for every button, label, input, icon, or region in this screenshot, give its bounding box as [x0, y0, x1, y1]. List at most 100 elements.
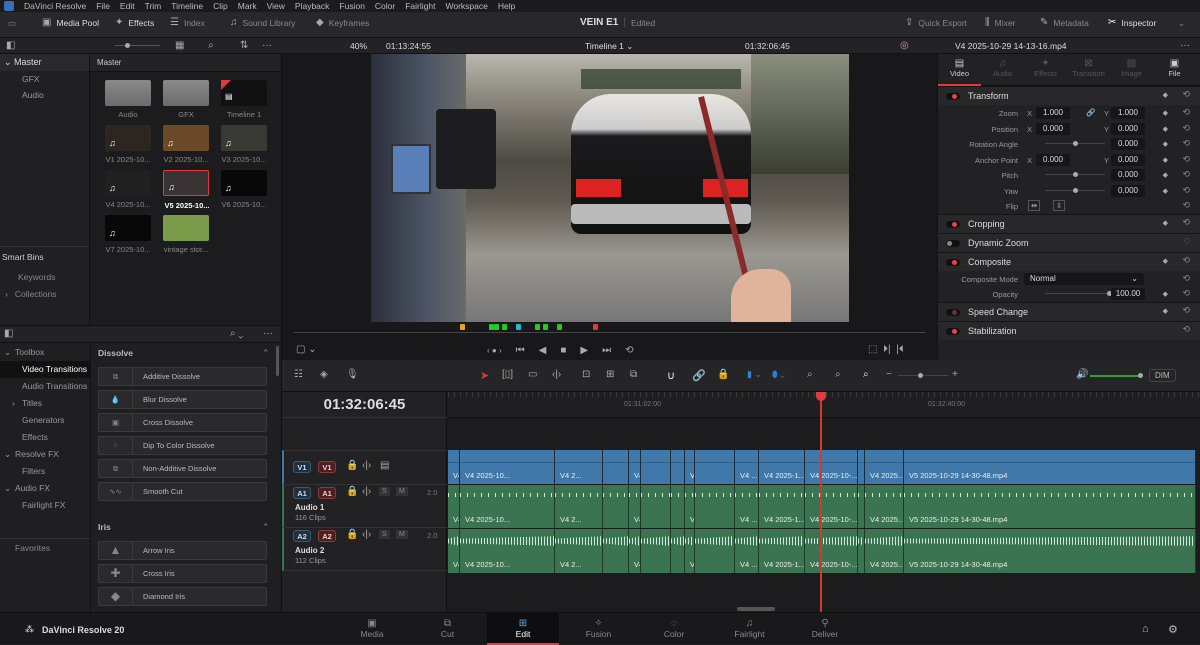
menu-fusion[interactable]: Fusion	[339, 1, 365, 11]
composite-toggle[interactable]	[946, 258, 960, 266]
audio-clip[interactable]: V4 2025-10-29 14-13-16....	[448, 529, 460, 573]
a2-source-patch[interactable]: A2	[293, 530, 311, 542]
menu-view[interactable]: View	[267, 1, 285, 11]
search-icon[interactable]: ⌕ ⌄	[230, 329, 243, 339]
audio-clip[interactable]	[603, 485, 629, 528]
video-clip[interactable]	[641, 450, 671, 484]
index-button[interactable]: ☰ Index	[170, 18, 205, 29]
a2-destination[interactable]: A2	[318, 530, 336, 542]
expand-icon[interactable]: ⌄	[1178, 18, 1185, 29]
play-reverse-icon[interactable]: ◀	[539, 345, 547, 356]
stabilization-section[interactable]: Stabilization ⟲	[938, 320, 1200, 340]
effects-tree-resolve-fx[interactable]: ⌄ Resolve FX	[0, 446, 90, 463]
video-clip[interactable]: V4 2025-1...	[759, 450, 805, 484]
replace-clip-icon[interactable]: ⧉	[630, 370, 637, 380]
video-frame[interactable]	[371, 54, 849, 322]
timeline-marker[interactable]	[494, 324, 499, 330]
panel-toggle-icon[interactable]: ◧	[6, 41, 15, 51]
effect-item[interactable]: ▲ Arrow Iris	[98, 541, 267, 560]
rotation-field[interactable]: 0.000	[1111, 138, 1145, 150]
audio-clip[interactable]: V5 2025-10-29 14-30-48.mp4	[904, 485, 1196, 528]
auto-select-icon[interactable]: ‹|›	[362, 487, 371, 497]
effect-item[interactable]: 💧 Blur Dissolve	[98, 390, 267, 409]
media-clip[interactable]: ♫ V5 2025-10...	[163, 170, 210, 210]
video-clip[interactable]: V4 ...	[735, 450, 759, 484]
reset-icon[interactable]: ⟲	[1182, 200, 1190, 211]
audio-clip[interactable]: V4 ...	[735, 485, 759, 528]
effects-button[interactable]: ✦ Effects	[115, 18, 154, 29]
cropping-section[interactable]: Cropping ◆ ⟲	[938, 213, 1200, 233]
reset-icon[interactable]: ⟲	[1182, 324, 1190, 335]
keyframe-icon[interactable]: ◆	[1163, 109, 1168, 117]
timeline-marker[interactable]	[535, 324, 540, 330]
insert-clip-icon[interactable]: ⊡	[582, 370, 590, 380]
effect-item[interactable]: ⧉ Additive Dissolve	[98, 367, 267, 386]
reset-icon[interactable]: ⟲	[1182, 154, 1190, 165]
keyframe-icon[interactable]: ◆	[1163, 125, 1168, 133]
a1-destination[interactable]: A1	[318, 487, 336, 499]
home-icon[interactable]: ⌂	[1142, 623, 1149, 635]
auto-select-icon[interactable]: ‹|›	[362, 461, 371, 471]
blade-tool-icon[interactable]: ▭	[528, 370, 537, 380]
media-clip[interactable]: GFX	[163, 80, 209, 119]
opacity-slider[interactable]	[1045, 291, 1112, 296]
page-tab-media[interactable]: ▣ Media	[336, 613, 408, 645]
audio-track-icon[interactable]: ◈	[320, 370, 328, 380]
dynamic-zoom-section[interactable]: Dynamic Zoom ⟲	[938, 232, 1200, 252]
slider-handle[interactable]	[1073, 172, 1078, 177]
media-clip[interactable]: Audio	[105, 80, 151, 119]
effect-item[interactable]: ✚ Cross Iris	[98, 564, 267, 583]
keyframe-icon[interactable]: ◆	[1163, 171, 1168, 179]
anchor-x-field[interactable]: 0.000	[1036, 153, 1070, 166]
pos-y-field[interactable]: 0.000	[1111, 122, 1145, 135]
zoom-custom-icon[interactable]: ⌕	[863, 370, 869, 380]
video-clip[interactable]	[671, 450, 685, 484]
transform-section[interactable]: Transform ◆ ⟲	[938, 86, 1200, 105]
solo-button[interactable]: S	[379, 487, 390, 496]
zoom-out-icon[interactable]: −	[886, 370, 892, 380]
reset-icon[interactable]: ⟲	[1182, 185, 1190, 196]
reset-icon[interactable]: ⟲	[1182, 169, 1190, 180]
play-icon[interactable]: ▶	[580, 345, 588, 356]
lock-icon[interactable]: 🔒	[346, 530, 358, 540]
audio-clip[interactable]	[858, 485, 865, 528]
selection-tool-icon[interactable]: ➤	[480, 369, 489, 382]
auto-select-icon[interactable]: ‹|›	[362, 530, 371, 540]
timeline-marker[interactable]	[460, 324, 465, 330]
panel-toggle-icon[interactable]: ◧	[4, 329, 13, 339]
metadata-button[interactable]: ✎ Metadata	[1040, 18, 1089, 29]
timeline-marker[interactable]	[593, 324, 598, 330]
reset-icon[interactable]: ⟲	[1182, 236, 1190, 247]
match-frame-icon[interactable]: ⬚ ⏵| |⏴	[868, 345, 904, 355]
audio-clip[interactable]: V4 2025-...	[685, 485, 695, 528]
video-clip[interactable]: V4 20...	[629, 450, 641, 484]
composite-mode-select[interactable]: Normal ⌄	[1024, 272, 1144, 285]
tab-effects[interactable]: ✦ Effects	[1024, 54, 1067, 86]
smart-bin-collections[interactable]: › Collections	[5, 289, 57, 299]
microphone-icon[interactable]: 🎙	[346, 370, 359, 380]
audio-clip[interactable]: V4 2025-10...	[460, 485, 555, 528]
page-tab-cut[interactable]: ⧉ Cut	[412, 613, 484, 645]
lock-icon[interactable]: 🔒	[346, 487, 358, 497]
stop-icon[interactable]: ■	[560, 345, 566, 356]
effects-tree-toolbox[interactable]: ⌄ Toolbox	[0, 344, 90, 361]
timeline-zoom-slider[interactable]	[898, 373, 948, 378]
collapse-icon[interactable]: ⌃	[262, 522, 270, 533]
reset-icon[interactable]: ⟲	[1182, 217, 1190, 228]
effects-tree-generators[interactable]: Generators	[0, 412, 90, 429]
linked-selection-icon[interactable]: 🔗	[692, 369, 706, 382]
grid-view-icon[interactable]: ▦	[175, 41, 184, 51]
v1-destination[interactable]: V1	[318, 461, 336, 473]
tab-image[interactable]: ▨ Image	[1110, 54, 1153, 86]
search-icon[interactable]: ⌕	[208, 41, 214, 51]
video-clip[interactable]: V5 2025-10-29 14-30-48.mp4	[904, 450, 1196, 484]
keyframe-icon[interactable]: ◆	[1163, 140, 1168, 148]
speed-change-toggle[interactable]	[946, 308, 960, 316]
media-pool-button[interactable]: ▣ Media Pool	[42, 18, 99, 29]
audio-clip[interactable]	[695, 529, 735, 573]
link-icon[interactable]: 🔗	[1086, 108, 1095, 117]
dim-button[interactable]: DIM	[1149, 369, 1176, 382]
speaker-icon[interactable]: 🔊	[1076, 370, 1088, 380]
media-clip[interactable]: vintage stor...	[163, 215, 209, 254]
audio-clip[interactable]: V5 2025-10-29 14-30-48.mp4	[904, 529, 1196, 573]
